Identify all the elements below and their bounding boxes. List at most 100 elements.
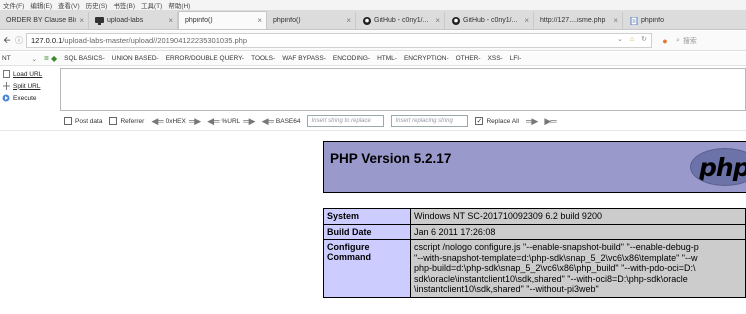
close-icon[interactable]: × bbox=[168, 16, 173, 25]
close-icon[interactable]: × bbox=[524, 16, 529, 25]
base64-encode-button[interactable]: ◀═ BASE64 bbox=[262, 116, 301, 127]
tab-phpinfo-last[interactable]: phpinfo bbox=[623, 12, 675, 29]
menu-encoding[interactable]: ENCODING- bbox=[333, 55, 370, 62]
load-url-button[interactable]: Load URL bbox=[2, 68, 58, 80]
menu-html[interactable]: HTML- bbox=[377, 55, 397, 62]
menu-help[interactable]: 帮助(H) bbox=[168, 0, 190, 10]
row-key: System bbox=[323, 208, 411, 225]
php-logo-text: php bbox=[699, 153, 746, 182]
menu-bar: 文件(F) 编辑(E) 查看(V) 历史(S) 书签(B) 工具(T) 帮助(H… bbox=[0, 0, 746, 10]
split-url-button[interactable]: Split URL bbox=[2, 80, 58, 92]
menu-tools[interactable]: TOOLS- bbox=[251, 55, 275, 62]
execute-icon bbox=[2, 94, 10, 102]
tab-strip: ORDER BY Clause Bli... × upload-labs × p… bbox=[0, 10, 746, 30]
table-row: Build Date Jan 6 2011 17:26:08 bbox=[323, 223, 746, 240]
checkbox-box[interactable] bbox=[109, 117, 118, 125]
execute-button[interactable]: Execute bbox=[2, 92, 58, 104]
menu-union-based[interactable]: UNION BASED- bbox=[112, 55, 159, 62]
tab-label: http://127....isme.php bbox=[540, 17, 606, 24]
close-icon[interactable]: × bbox=[613, 16, 618, 25]
value-line: "--with-snapshot-template=d:\php-sdk\sna… bbox=[414, 252, 698, 263]
tab-phpinfo[interactable]: phpinfo() × bbox=[267, 12, 356, 29]
navigation-bar: 🡨 ⓘ 127.0.0.1/upload-labs-master/upload/… bbox=[0, 31, 746, 51]
tab-order-by[interactable]: ORDER BY Clause Bli... × bbox=[0, 12, 89, 29]
tab-github-1[interactable]: GitHub - c0ny1/... × bbox=[356, 12, 445, 29]
search-icon: ⌕ bbox=[676, 36, 680, 44]
value-line: sdk\oracle\instantclient10\sdk,shared" "… bbox=[414, 273, 688, 284]
right-arrow-icon[interactable]: ═▶ bbox=[526, 116, 538, 127]
value-line: php-build=d:\php-sdk\snap_5_2\vc6\x86\ph… bbox=[414, 263, 696, 273]
search-field[interactable]: ⌕ 搜索 bbox=[676, 33, 726, 48]
replacing-string-input[interactable]: Insert replacing string bbox=[391, 115, 469, 127]
left-arrow-icon[interactable]: ◀═ bbox=[262, 116, 274, 127]
home-icon[interactable]: ⌂ bbox=[630, 36, 634, 43]
dropdown-arrow-icon[interactable]: ⌄ bbox=[617, 35, 623, 43]
load-url-label: Load URL bbox=[13, 70, 43, 78]
row-value: cscript /nologo configure.js "--enable-s… bbox=[410, 239, 746, 298]
hackbar-toggle-icon[interactable]: = ◆ bbox=[44, 54, 57, 63]
hackbar-url-textarea[interactable] bbox=[60, 68, 746, 111]
close-icon[interactable]: × bbox=[257, 16, 262, 25]
tab-isme[interactable]: http://127....isme.php × bbox=[534, 12, 623, 29]
split-url-label: Split URL bbox=[13, 82, 41, 90]
close-icon[interactable]: × bbox=[346, 16, 351, 25]
table-row: System Windows NT SC-201710092309 6.2 bu… bbox=[323, 208, 746, 225]
github-icon bbox=[451, 16, 460, 25]
info-icon[interactable]: ⓘ bbox=[14, 34, 24, 48]
menu-xss[interactable]: XSS- bbox=[488, 55, 503, 62]
checkbox-box[interactable] bbox=[64, 117, 72, 125]
menu-other[interactable]: OTHER- bbox=[456, 55, 481, 62]
execute-label: Execute bbox=[13, 94, 37, 102]
tab-label: GitHub - c0ny1/... bbox=[374, 17, 429, 24]
table-row: Configure Command cscript /nologo config… bbox=[323, 239, 746, 298]
replace-string-input[interactable]: Insert string to replace bbox=[307, 115, 385, 127]
menu-error-double[interactable]: ERROR/DOUBLE QUERY- bbox=[166, 55, 244, 62]
menu-sql-basics[interactable]: SQL BASICS- bbox=[64, 55, 105, 62]
post-data-checkbox[interactable]: Post data bbox=[64, 117, 102, 125]
right-arrow-icon[interactable]: ═▶ bbox=[189, 116, 201, 127]
left-arrow-icon[interactable]: ◀═ bbox=[151, 116, 163, 127]
referrer-checkbox[interactable]: Referrer bbox=[109, 117, 144, 125]
chevron-down-icon[interactable]: ⌄ bbox=[32, 55, 37, 63]
base64-label: BASE64 bbox=[275, 117, 301, 125]
menu-edit[interactable]: 编辑(E) bbox=[30, 0, 52, 10]
load-url-icon bbox=[2, 70, 10, 78]
menu-view[interactable]: 查看(V) bbox=[58, 0, 80, 10]
page-icon bbox=[629, 16, 638, 25]
right-arrow-icon[interactable]: ▶═ bbox=[544, 116, 556, 127]
tab-github-2[interactable]: GitHub - c0ny1/... × bbox=[445, 12, 534, 29]
tab-label: phpinfo bbox=[641, 17, 664, 24]
left-arrow-icon[interactable]: ◀═ bbox=[207, 116, 219, 127]
php-version-header: PHP Version 5.2.17 php bbox=[323, 141, 746, 193]
tab-upload-labs[interactable]: upload-labs × bbox=[89, 12, 178, 29]
menu-encryption[interactable]: ENCRYPTION- bbox=[404, 55, 449, 62]
firefox-icon[interactable]: ● bbox=[658, 34, 672, 48]
url-input[interactable]: 127.0.0.1/upload-labs-master/upload//201… bbox=[26, 33, 652, 48]
menu-file[interactable]: 文件(F) bbox=[3, 0, 24, 10]
close-icon[interactable]: × bbox=[435, 16, 440, 25]
menu-history[interactable]: 历史(S) bbox=[86, 0, 108, 10]
checkbox-checked[interactable]: ✓ bbox=[475, 117, 484, 125]
reload-icon[interactable]: ↻ bbox=[641, 35, 647, 43]
tab-phpinfo-active[interactable]: phpinfo() × bbox=[178, 11, 267, 29]
right-arrow-icon[interactable]: ═▶ bbox=[243, 116, 255, 127]
divider bbox=[0, 130, 746, 131]
url-label: %URL bbox=[221, 117, 241, 125]
menu-bookmarks[interactable]: 书签(B) bbox=[113, 0, 135, 10]
menu-tools[interactable]: 工具(T) bbox=[141, 0, 162, 10]
github-icon bbox=[362, 16, 371, 25]
menu-lfi[interactable]: LFI- bbox=[510, 55, 522, 62]
row-value: Jan 6 2011 17:26:08 bbox=[410, 223, 746, 240]
value-line: Windows NT SC-201710092309 6.2 build 920… bbox=[414, 211, 602, 221]
back-arrow-icon[interactable]: 🡨 bbox=[0, 34, 14, 48]
close-icon[interactable]: × bbox=[79, 16, 84, 25]
hackbar-menu: NT ⌄ = ◆ SQL BASICS- UNION BASED- ERROR/… bbox=[0, 52, 746, 66]
hex-encode-button[interactable]: ◀═ 0xHEX ═▶ bbox=[151, 116, 201, 127]
post-data-label: Post data bbox=[75, 117, 103, 125]
replace-all-label: Replace All bbox=[486, 117, 520, 125]
value-line: \instantclient10\sdk,shared" "--without-… bbox=[414, 284, 599, 294]
menu-waf-bypass[interactable]: WAF BYPASS- bbox=[282, 55, 326, 62]
url-encode-button[interactable]: ◀═ %URL ═▶ bbox=[207, 116, 255, 127]
php-logo: php bbox=[690, 148, 746, 186]
replace-all-checkbox[interactable]: ✓ Replace All bbox=[475, 117, 519, 125]
